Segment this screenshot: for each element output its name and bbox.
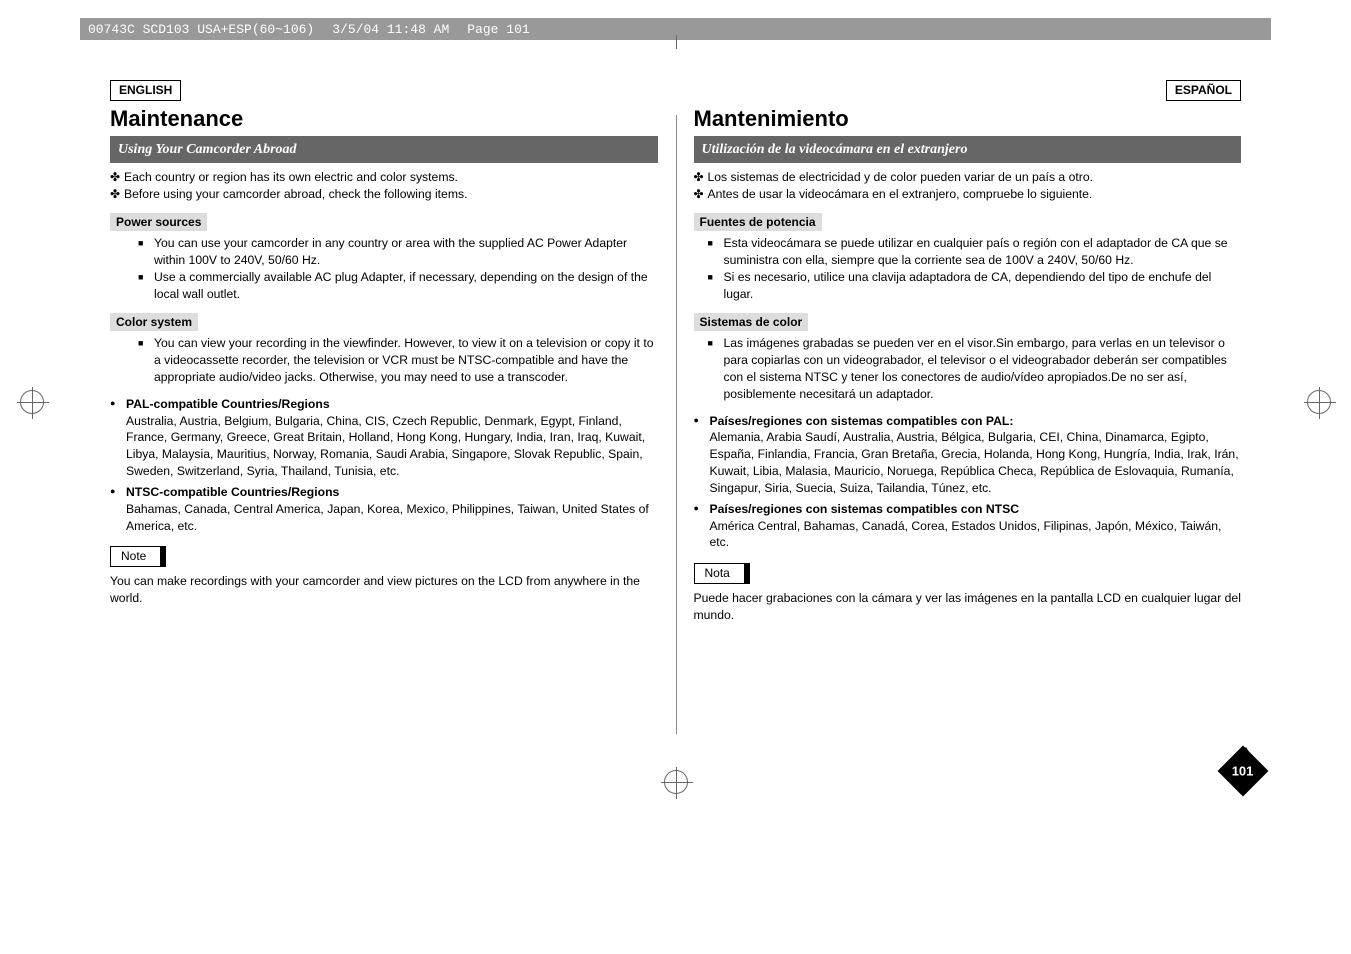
power-item: You can use your camcorder in any countr…	[154, 235, 658, 269]
region-title: Países/regiones con sistemas compatibles…	[710, 414, 1014, 428]
registration-mark-left-icon	[20, 390, 44, 414]
color-item: You can view your recording in the viewf…	[154, 335, 658, 385]
registration-mark-bottom-icon	[664, 770, 688, 794]
heading-mantenimiento: Mantenimiento	[694, 104, 1242, 134]
color-item: Las imágenes grabadas se pueden ver en e…	[724, 335, 1242, 402]
lang-english-box: ENGLISH	[110, 80, 181, 101]
region-item: Países/regiones con sistemas compatibles…	[710, 413, 1242, 497]
section-band-left: Using Your Camcorder Abroad	[110, 136, 658, 163]
region-item: NTSC-compatible Countries/Regions Bahama…	[126, 484, 658, 534]
region-item: PAL-compatible Countries/Regions Austral…	[126, 396, 658, 480]
note-box-right: Nota	[694, 563, 750, 584]
color-label-right: Sistemas de color	[694, 313, 809, 332]
note-box-left: Note	[110, 546, 166, 567]
left-column: ENGLISH Maintenance Using Your Camcorder…	[110, 80, 658, 759]
page-content: ENGLISH Maintenance Using Your Camcorder…	[110, 80, 1241, 759]
note-body-right: Puede hacer grabaciones con la cámara y …	[694, 590, 1242, 624]
region-body: Australia, Austria, Belgium, Bulgaria, C…	[126, 413, 658, 480]
lang-espanol-box: ESPAÑOL	[1166, 80, 1241, 101]
power-label-left: Power sources	[110, 213, 207, 232]
header-date: 3/5/04 11:48 AM	[332, 22, 449, 37]
region-body: América Central, Bahamas, Canadá, Corea,…	[710, 518, 1242, 552]
regions-list-left: PAL-compatible Countries/Regions Austral…	[110, 396, 658, 539]
right-column: ESPAÑOL Mantenimiento Utilización de la …	[694, 80, 1242, 759]
region-title: Países/regiones con sistemas compatibles…	[710, 502, 1020, 516]
intro-list-right: Los sistemas de electricidad y de color …	[694, 169, 1242, 203]
intro-item: Before using your camcorder abroad, chec…	[124, 186, 658, 203]
color-list-right: Las imágenes grabadas se pueden ver en e…	[694, 335, 1242, 402]
intro-item: Antes de usar la videocámara en el extra…	[708, 186, 1242, 203]
color-list-left: You can view your recording in the viewf…	[110, 335, 658, 385]
regions-list-right: Países/regiones con sistemas compatibles…	[694, 413, 1242, 556]
region-body: Bahamas, Canada, Central America, Japan,…	[126, 501, 658, 535]
region-body: Alemania, Arabia Saudí, Australia, Austr…	[710, 429, 1242, 496]
power-list-right: Esta videocámara se puede utilizar en cu…	[694, 235, 1242, 302]
page-number: 101	[1232, 763, 1254, 778]
power-item: Si es necesario, utilice una clavija ada…	[724, 269, 1242, 303]
header-file: 00743C SCD103 USA+ESP(60~106)	[88, 22, 314, 37]
color-label-left: Color system	[110, 313, 198, 332]
power-item: Use a commercially available AC plug Ada…	[154, 269, 658, 303]
power-item: Esta videocámara se puede utilizar en cu…	[724, 235, 1242, 269]
region-title: NTSC-compatible Countries/Regions	[126, 485, 339, 499]
note-body-left: You can make recordings with your camcor…	[110, 573, 658, 607]
intro-item: Los sistemas de electricidad y de color …	[708, 169, 1242, 186]
power-list-left: You can use your camcorder in any countr…	[110, 235, 658, 302]
region-title: PAL-compatible Countries/Regions	[126, 397, 330, 411]
region-item: Países/regiones con sistemas compatibles…	[710, 501, 1242, 551]
fold-mark-icon	[676, 35, 677, 49]
heading-maintenance: Maintenance	[110, 104, 658, 134]
intro-item: Each country or region has its own elect…	[124, 169, 658, 186]
power-label-right: Fuentes de potencia	[694, 213, 822, 232]
header-page: Page 101	[467, 22, 529, 37]
registration-mark-right-icon	[1307, 390, 1331, 414]
section-band-right: Utilización de la videocámara en el extr…	[694, 136, 1242, 163]
intro-list-left: Each country or region has its own elect…	[110, 169, 658, 203]
